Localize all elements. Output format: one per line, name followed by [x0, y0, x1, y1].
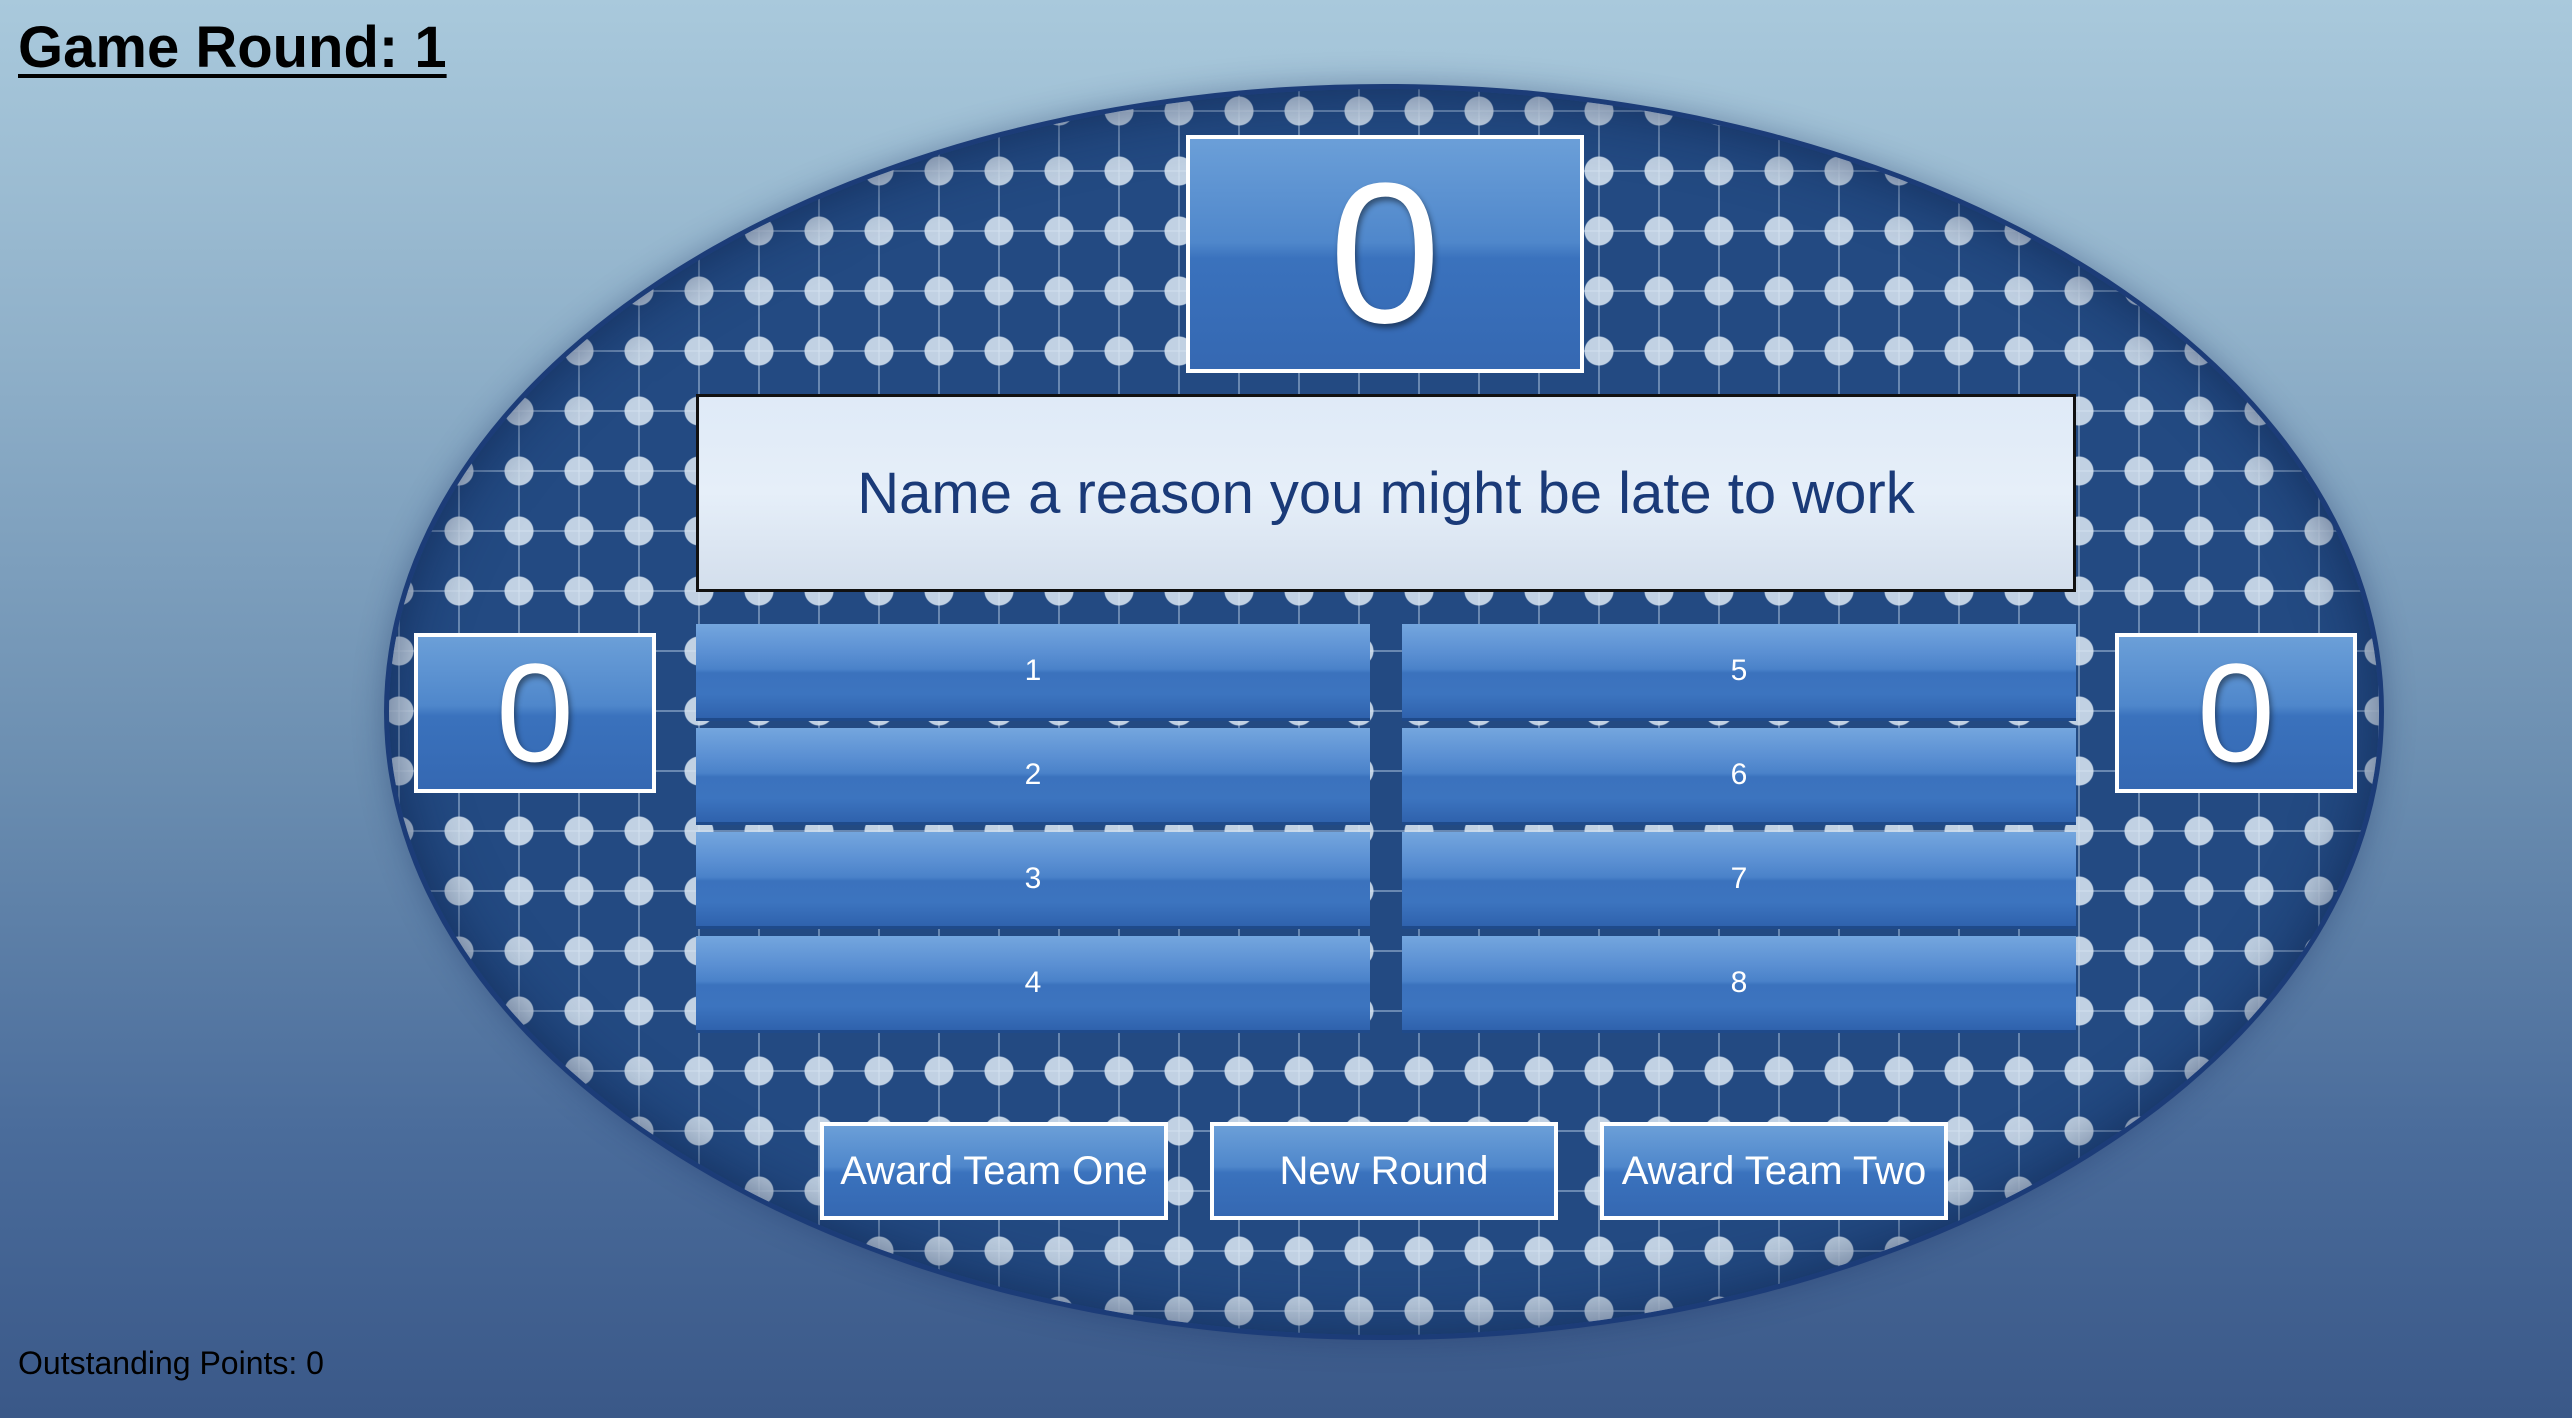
answer-tile-5[interactable]: 5: [1402, 624, 2076, 718]
round-score: 0: [1186, 135, 1584, 373]
game-round-title: Game Round: 1: [18, 15, 447, 80]
award-team-one-button[interactable]: Award Team One: [820, 1122, 1168, 1220]
answer-number: 3: [1024, 862, 1042, 895]
award-team-two-button[interactable]: Award Team Two: [1600, 1122, 1948, 1220]
answer-tile-2[interactable]: 2: [696, 728, 1370, 822]
team-one-score: 0: [414, 633, 656, 793]
answer-number: 7: [1730, 862, 1748, 895]
answer-number: 2: [1024, 758, 1042, 791]
answer-number: 1: [1024, 654, 1042, 687]
answer-tile-1[interactable]: 1: [696, 624, 1370, 718]
question-text: Name a reason you might be late to work: [857, 460, 1915, 526]
answer-tile-4[interactable]: 4: [696, 936, 1370, 1030]
answer-number: 5: [1730, 654, 1748, 687]
answer-tile-3[interactable]: 3: [696, 832, 1370, 926]
question-panel: Name a reason you might be late to work: [696, 394, 2076, 592]
answer-grid: 1 2 3 4 5 6 7 8: [696, 624, 2076, 1030]
answer-tile-8[interactable]: 8: [1402, 936, 2076, 1030]
outstanding-points: Outstanding Points: 0: [18, 1345, 324, 1381]
team-two-score: 0: [2115, 633, 2357, 793]
answer-number: 6: [1730, 758, 1748, 791]
answer-number: 4: [1024, 966, 1042, 999]
answer-tile-6[interactable]: 6: [1402, 728, 2076, 822]
answer-tile-7[interactable]: 7: [1402, 832, 2076, 926]
new-round-button[interactable]: New Round: [1210, 1122, 1558, 1220]
answer-number: 8: [1730, 966, 1748, 999]
